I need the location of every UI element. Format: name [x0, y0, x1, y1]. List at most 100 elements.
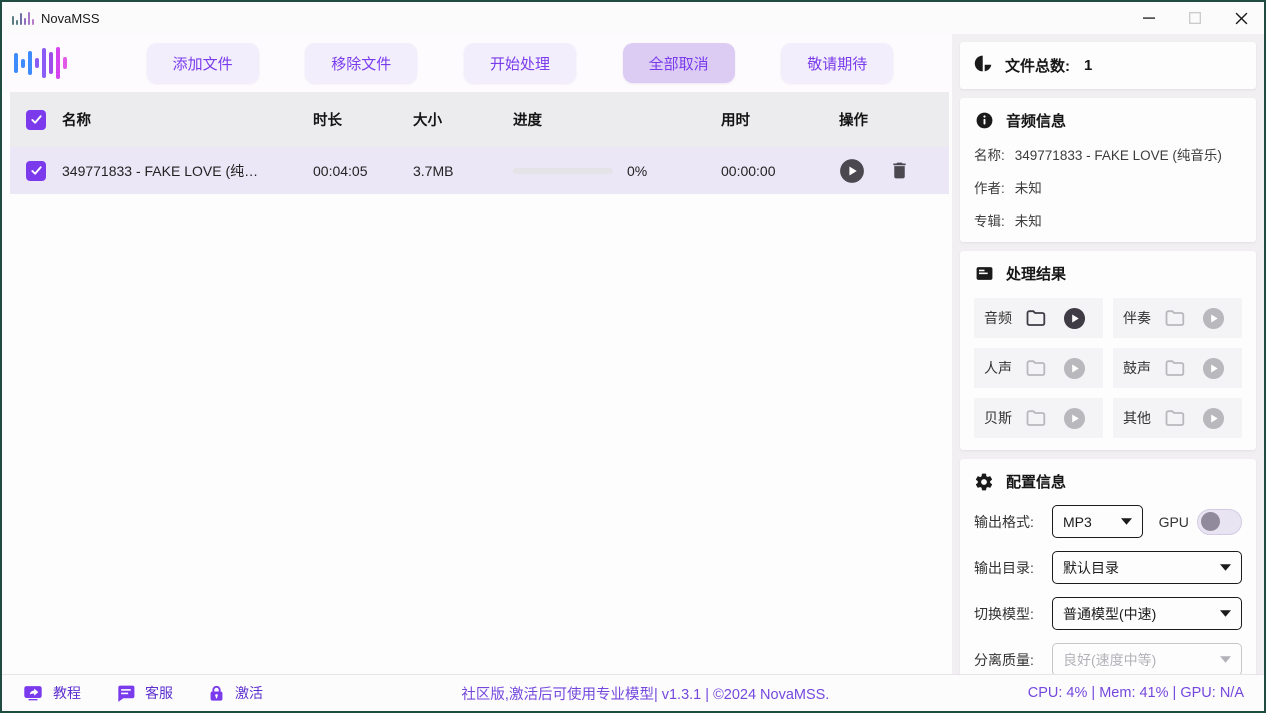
pie-chart-icon [974, 54, 993, 77]
result-cell-drums: 鼓声 [1113, 348, 1242, 388]
config-card: 配置信息 输出格式: MP3 GPU 输出目录: 默认目录 [960, 459, 1256, 674]
app-window: NovaMSS 添加文件 移除文件 开始处理 [0, 0, 1266, 713]
progress-label: 0% [627, 163, 647, 179]
bass-folder-button[interactable] [1024, 406, 1048, 430]
start-processing-button[interactable]: 开始处理 [464, 43, 576, 83]
output-dir-row: 输出目录: 默认目录 [974, 551, 1242, 584]
row-checkbox[interactable] [26, 161, 46, 181]
footer-links: 教程 客服 激活 [22, 682, 263, 704]
column-header-name: 名称 [62, 109, 313, 130]
accompaniment-folder-button[interactable] [1163, 306, 1187, 330]
quality-row: 分离质量: 良好(速度中等) [974, 643, 1242, 674]
output-format-select[interactable]: MP3 [1052, 505, 1143, 538]
results-card-icon [974, 264, 994, 284]
content-area: 添加文件 移除文件 开始处理 全部取消 敬请期待 名称 时长 大小 [2, 34, 1264, 674]
results-card: 处理结果 音频 伴奏 [960, 251, 1256, 450]
file-name: 349771833 - FAKE LOVE (纯… [62, 161, 313, 181]
vocals-folder-button[interactable] [1024, 356, 1048, 380]
toolbar-buttons: 添加文件 移除文件 开始处理 全部取消 敬请期待 [100, 43, 940, 83]
chevron-down-icon [1121, 518, 1132, 525]
model-label: 切换模型: [974, 604, 1052, 624]
output-format-label: 输出格式: [974, 512, 1052, 532]
audio-play-button[interactable] [1063, 307, 1086, 330]
row-play-button[interactable] [839, 158, 865, 184]
column-header-progress: 进度 [513, 109, 721, 130]
audio-name-field: 名称: 349771833 - FAKE LOVE (纯音乐) [974, 144, 1242, 164]
column-header-duration: 时长 [313, 109, 413, 130]
toolbar: 添加文件 移除文件 开始处理 全部取消 敬请期待 [2, 34, 952, 92]
progress-bar [513, 168, 613, 174]
other-folder-button[interactable] [1163, 406, 1187, 430]
drums-folder-button[interactable] [1163, 356, 1187, 380]
window-controls [1126, 2, 1264, 34]
output-dir-select[interactable]: 默认目录 [1052, 551, 1242, 584]
close-button[interactable] [1218, 2, 1264, 34]
vocals-play-button[interactable] [1063, 357, 1086, 380]
column-header-actions: 操作 [839, 109, 949, 130]
chevron-down-icon [1220, 610, 1231, 617]
total-files-value: 1 [1084, 57, 1092, 74]
output-dir-label: 输出目录: [974, 558, 1052, 578]
column-header-size: 大小 [413, 109, 513, 130]
remove-file-button[interactable]: 移除文件 [305, 43, 417, 83]
window-title: NovaMSS [41, 11, 100, 26]
toggle-knob [1201, 512, 1220, 531]
minimize-button[interactable] [1126, 2, 1172, 34]
quality-select: 良好(速度中等) [1052, 643, 1242, 674]
status-bar: 教程 客服 激活 社区版,激活后可使用专业模型| v1.3.1 | ©2024 … [2, 674, 1264, 711]
results-grid: 音频 伴奏 人声 [974, 298, 1242, 438]
sidebar: 文件总数: 1 音频信息 名称: 349771833 - FAKE LOVE (… [952, 34, 1264, 674]
file-size: 3.7MB [413, 163, 513, 179]
config-title: 配置信息 [1006, 471, 1066, 492]
row-delete-button[interactable] [889, 160, 910, 181]
audio-artist-field: 作者: 未知 [974, 177, 1242, 197]
gear-icon [974, 472, 994, 492]
model-select[interactable]: 普通模型(中速) [1052, 597, 1242, 630]
select-all-checkbox[interactable] [26, 110, 46, 130]
maximize-button[interactable] [1172, 2, 1218, 34]
activate-link[interactable]: 激活 [207, 683, 263, 703]
info-icon [974, 111, 994, 131]
chevron-down-icon [1220, 564, 1231, 571]
tutorial-icon [22, 682, 44, 704]
cancel-all-button[interactable]: 全部取消 [623, 43, 735, 83]
total-files-card: 文件总数: 1 [960, 42, 1256, 89]
result-cell-vocals: 人声 [974, 348, 1103, 388]
audio-info-title: 音频信息 [1006, 110, 1066, 131]
coming-soon-button[interactable]: 敬请期待 [781, 43, 893, 83]
quality-label: 分离质量: [974, 650, 1052, 670]
activate-label: 激活 [235, 683, 263, 703]
column-header-time: 用时 [721, 109, 839, 130]
table-row[interactable]: 349771833 - FAKE LOVE (纯… 00:04:05 3.7MB… [10, 147, 949, 194]
add-file-button[interactable]: 添加文件 [147, 43, 259, 83]
main-panel: 添加文件 移除文件 开始处理 全部取消 敬请期待 名称 时长 大小 [2, 34, 952, 674]
audio-folder-button[interactable] [1024, 306, 1048, 330]
chevron-down-icon [1220, 656, 1231, 663]
support-icon [115, 683, 136, 704]
model-row: 切换模型: 普通模型(中速) [974, 597, 1242, 630]
table-header-row: 名称 时长 大小 进度 用时 操作 [10, 92, 949, 147]
support-link[interactable]: 客服 [115, 683, 173, 704]
file-table: 名称 时长 大小 进度 用时 操作 349771833 - FAKE LOVE … [10, 92, 949, 194]
total-files-label: 文件总数: [1005, 55, 1070, 76]
activate-lock-icon [207, 684, 226, 703]
drums-play-button[interactable] [1202, 357, 1225, 380]
title-bar: NovaMSS [2, 2, 1264, 34]
system-stats: CPU: 4% | Mem: 41% | GPU: N/A [1028, 685, 1244, 701]
output-format-row: 输出格式: MP3 GPU [974, 505, 1242, 538]
audio-album-field: 专辑: 未知 [974, 210, 1242, 230]
results-title: 处理结果 [1006, 263, 1066, 284]
file-elapsed-time: 00:00:00 [721, 163, 839, 179]
tutorial-link[interactable]: 教程 [22, 682, 81, 704]
bass-play-button[interactable] [1063, 407, 1086, 430]
result-cell-accompaniment: 伴奏 [1113, 298, 1242, 338]
table-empty-area [2, 194, 952, 674]
result-cell-bass: 贝斯 [974, 398, 1103, 438]
row-actions [839, 158, 949, 184]
app-waveform-logo-icon [14, 43, 100, 83]
gpu-toggle[interactable] [1197, 509, 1242, 535]
file-progress: 0% [513, 163, 721, 179]
accompaniment-play-button[interactable] [1202, 307, 1225, 330]
result-cell-audio: 音频 [974, 298, 1103, 338]
other-play-button[interactable] [1202, 407, 1225, 430]
